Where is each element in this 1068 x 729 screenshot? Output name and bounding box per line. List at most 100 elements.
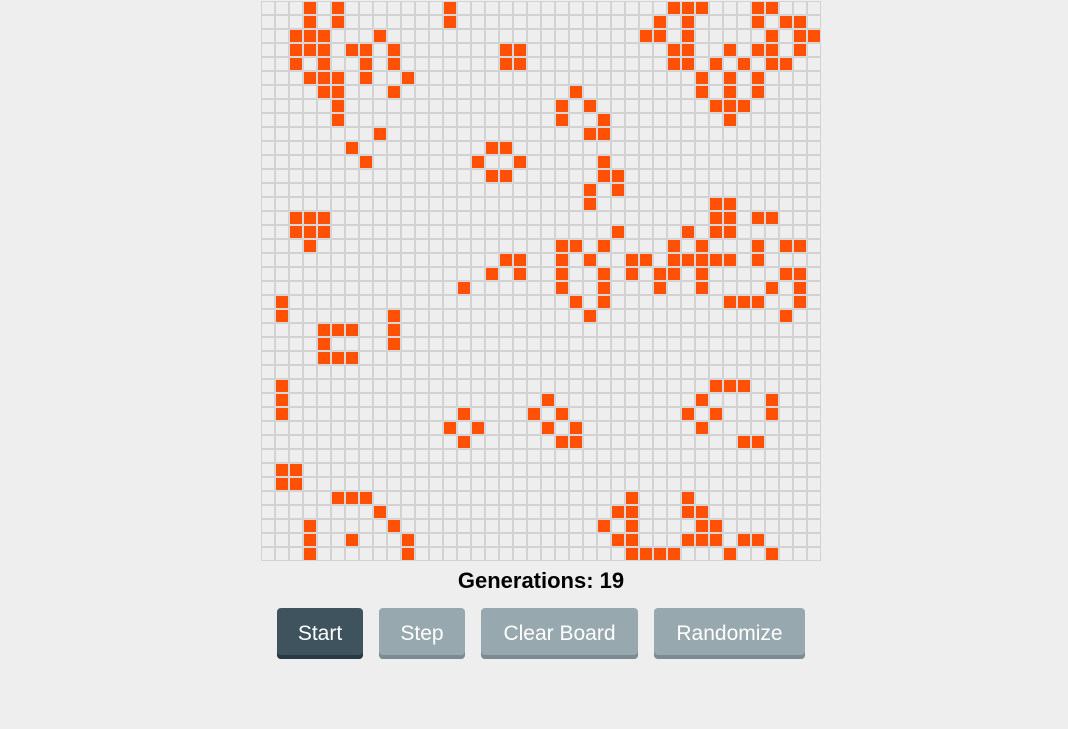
live-cell[interactable] — [303, 533, 317, 547]
board-cell[interactable] — [597, 225, 611, 239]
board-cell[interactable] — [499, 85, 513, 99]
board-cell[interactable] — [387, 393, 401, 407]
live-cell[interactable] — [667, 547, 681, 561]
board-cell[interactable] — [485, 29, 499, 43]
board-cell[interactable] — [695, 57, 709, 71]
board-cell[interactable] — [611, 309, 625, 323]
board-cell[interactable] — [359, 463, 373, 477]
board-cell[interactable] — [639, 435, 653, 449]
board-cell[interactable] — [625, 29, 639, 43]
board-cell[interactable] — [471, 169, 485, 183]
board-cell[interactable] — [373, 239, 387, 253]
board-cell[interactable] — [359, 281, 373, 295]
board-cell[interactable] — [513, 337, 527, 351]
board-cell[interactable] — [513, 505, 527, 519]
board-cell[interactable] — [471, 463, 485, 477]
board-cell[interactable] — [429, 113, 443, 127]
board-cell[interactable] — [625, 99, 639, 113]
board-cell[interactable] — [779, 477, 793, 491]
board-cell[interactable] — [807, 351, 821, 365]
board-cell[interactable] — [387, 239, 401, 253]
board-cell[interactable] — [359, 99, 373, 113]
live-cell[interactable] — [611, 225, 625, 239]
live-cell[interactable] — [303, 71, 317, 85]
live-cell[interactable] — [289, 43, 303, 57]
board-cell[interactable] — [317, 113, 331, 127]
board-cell[interactable] — [667, 15, 681, 29]
board-cell[interactable] — [653, 57, 667, 71]
live-cell[interactable] — [779, 57, 793, 71]
board-cell[interactable] — [695, 169, 709, 183]
board-cell[interactable] — [415, 183, 429, 197]
board-cell[interactable] — [499, 1, 513, 15]
board-cell[interactable] — [443, 379, 457, 393]
board-cell[interactable] — [415, 155, 429, 169]
board-cell[interactable] — [485, 351, 499, 365]
board-cell[interactable] — [723, 449, 737, 463]
board-cell[interactable] — [793, 505, 807, 519]
board-cell[interactable] — [443, 505, 457, 519]
board-cell[interactable] — [457, 113, 471, 127]
board-cell[interactable] — [289, 533, 303, 547]
board-cell[interactable] — [443, 519, 457, 533]
board-cell[interactable] — [695, 127, 709, 141]
live-cell[interactable] — [513, 57, 527, 71]
board-cell[interactable] — [289, 253, 303, 267]
board-cell[interactable] — [555, 29, 569, 43]
board-cell[interactable] — [261, 183, 275, 197]
board-cell[interactable] — [331, 407, 345, 421]
board-cell[interactable] — [695, 449, 709, 463]
board-cell[interactable] — [275, 225, 289, 239]
live-cell[interactable] — [387, 43, 401, 57]
board-cell[interactable] — [289, 379, 303, 393]
board-cell[interactable] — [387, 253, 401, 267]
board-cell[interactable] — [709, 491, 723, 505]
board-cell[interactable] — [723, 309, 737, 323]
board-cell[interactable] — [429, 141, 443, 155]
board-cell[interactable] — [485, 491, 499, 505]
board-cell[interactable] — [583, 239, 597, 253]
board-cell[interactable] — [289, 15, 303, 29]
board-cell[interactable] — [737, 141, 751, 155]
board-cell[interactable] — [541, 141, 555, 155]
board-cell[interactable] — [275, 281, 289, 295]
board-cell[interactable] — [527, 309, 541, 323]
board-cell[interactable] — [359, 85, 373, 99]
board-cell[interactable] — [751, 281, 765, 295]
board-cell[interactable] — [457, 463, 471, 477]
live-cell[interactable] — [681, 225, 695, 239]
live-cell[interactable] — [695, 85, 709, 99]
board-cell[interactable] — [667, 491, 681, 505]
board-cell[interactable] — [667, 519, 681, 533]
board-cell[interactable] — [415, 407, 429, 421]
board-cell[interactable] — [303, 463, 317, 477]
board-cell[interactable] — [555, 197, 569, 211]
board-cell[interactable] — [541, 365, 555, 379]
board-cell[interactable] — [527, 113, 541, 127]
board-cell[interactable] — [583, 379, 597, 393]
board-cell[interactable] — [261, 225, 275, 239]
board-cell[interactable] — [289, 295, 303, 309]
board-cell[interactable] — [317, 491, 331, 505]
board-cell[interactable] — [639, 379, 653, 393]
live-cell[interactable] — [611, 183, 625, 197]
board-cell[interactable] — [485, 463, 499, 477]
board-cell[interactable] — [723, 267, 737, 281]
board-cell[interactable] — [611, 253, 625, 267]
board-cell[interactable] — [275, 253, 289, 267]
board-cell[interactable] — [779, 393, 793, 407]
live-cell[interactable] — [695, 393, 709, 407]
live-cell[interactable] — [583, 197, 597, 211]
board-cell[interactable] — [709, 337, 723, 351]
board-cell[interactable] — [569, 379, 583, 393]
board-cell[interactable] — [387, 435, 401, 449]
live-cell[interactable] — [751, 1, 765, 15]
board-cell[interactable] — [289, 393, 303, 407]
board-cell[interactable] — [303, 379, 317, 393]
board-cell[interactable] — [583, 421, 597, 435]
board-cell[interactable] — [597, 309, 611, 323]
board-cell[interactable] — [751, 183, 765, 197]
board-cell[interactable] — [303, 449, 317, 463]
live-cell[interactable] — [765, 547, 779, 561]
board-cell[interactable] — [709, 113, 723, 127]
